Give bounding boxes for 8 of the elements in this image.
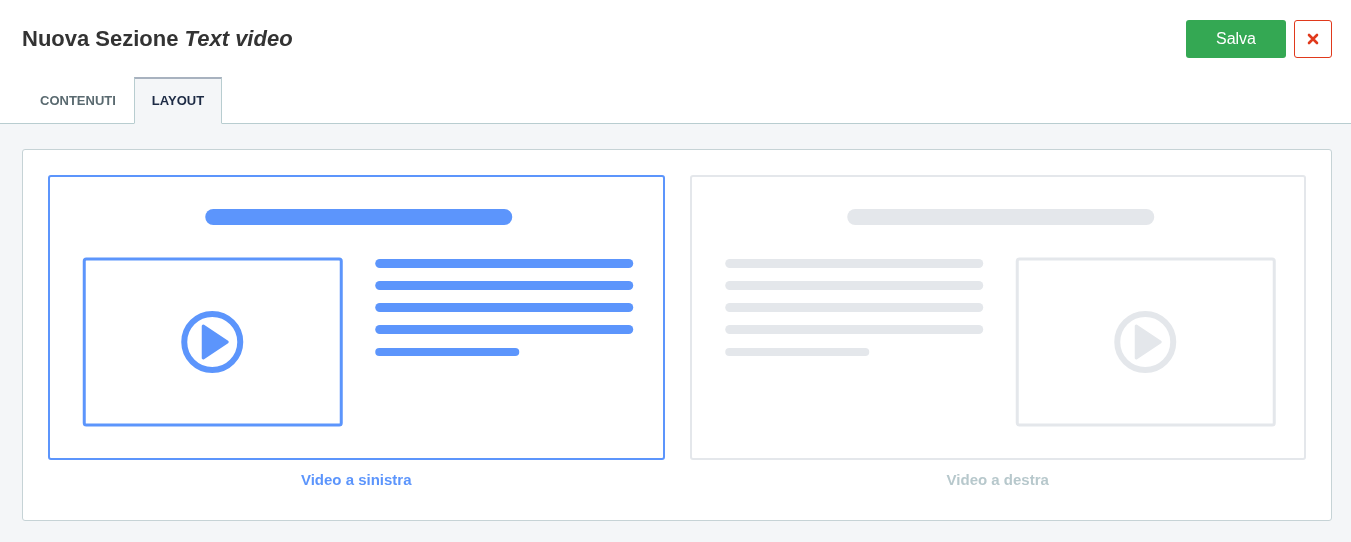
layout-option-label: Video a sinistra (299, 470, 413, 490)
page-title: Nuova Sezione Text video (22, 25, 293, 53)
save-button[interactable]: Salva (1186, 20, 1286, 58)
tab[interactable]: LAYOUT (133, 77, 223, 124)
close-button[interactable] (1294, 20, 1332, 58)
tab[interactable]: CONTENUTI (22, 77, 134, 124)
close-icon (1307, 33, 1319, 45)
layout-option-label: Video a destra (945, 470, 1050, 490)
